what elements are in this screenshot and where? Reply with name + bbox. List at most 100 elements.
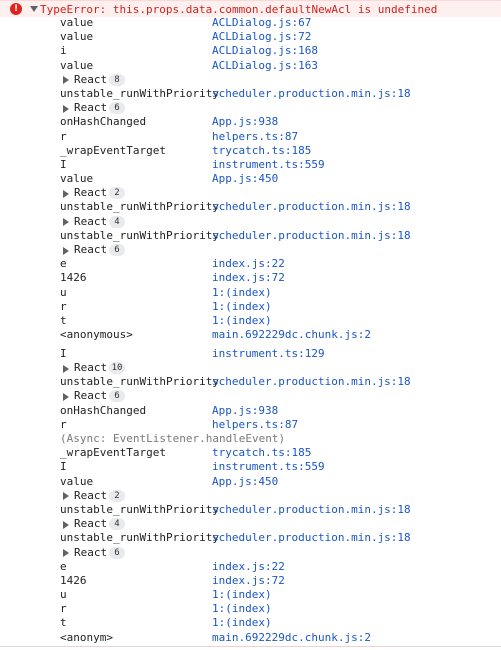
group-label[interactable]: React — [74, 101, 107, 115]
frame-function-name: unstable_runWithPriority — [60, 375, 219, 389]
stack-frame-row: <anonymous> main.692229dc.chunk.js:2 — [0, 328, 501, 342]
stack-frame-row: unstable_runWithPriority scheduler.produc… — [0, 200, 501, 214]
collapsed-frame-group[interactable]: React 6 — [0, 243, 501, 257]
async-boundary-label: (Async: EventListener.handleEvent) — [60, 432, 286, 446]
expand-triangle-icon[interactable] — [63, 104, 69, 113]
frame-count-badge: 8 — [109, 73, 125, 86]
group-label[interactable]: React — [74, 243, 107, 257]
error-icon: ! — [10, 3, 22, 15]
frame-function-name: r — [60, 602, 67, 616]
frame-source-link[interactable]: main.692229dc.chunk.js:2 — [212, 328, 371, 342]
stack-frame-row: unstable_runWithPriority scheduler.produc… — [0, 531, 501, 545]
expand-triangle-icon[interactable] — [63, 218, 69, 227]
frame-source-link[interactable]: ACLDialog.js:163 — [212, 59, 318, 73]
frame-function-name: e — [60, 559, 67, 573]
frame-source-link[interactable]: App.js:938 — [212, 115, 278, 129]
frame-source-link[interactable]: scheduler.production.min.js:18 — [212, 503, 411, 517]
stack-frame-row: i ACLDialog.js:168 — [0, 44, 501, 58]
frame-count-badge: 6 — [109, 244, 125, 256]
frame-source-link[interactable]: 1:(index) — [212, 300, 272, 314]
collapsed-frame-group[interactable]: React 8 — [0, 73, 501, 87]
expand-triangle-icon[interactable] — [63, 492, 69, 501]
frame-function-name: onHashChanged — [60, 115, 147, 129]
group-label[interactable]: React — [74, 361, 107, 375]
expand-triangle-icon[interactable] — [63, 520, 69, 529]
frame-count-badge: 2 — [109, 187, 125, 200]
frame-source-link[interactable]: scheduler.production.min.js:18 — [212, 375, 411, 389]
message-divider — [0, 646, 501, 647]
frame-source-link[interactable]: App.js:450 — [212, 172, 278, 186]
frame-source-link[interactable]: instrument.ts:559 — [212, 460, 325, 474]
stack-frame-row: t 1:(index) — [0, 314, 501, 328]
frame-source-link[interactable]: 1:(index) — [212, 588, 272, 602]
frame-source-link[interactable]: index.js:72 — [212, 271, 285, 285]
frame-source-link[interactable]: instrument.ts:559 — [212, 158, 325, 172]
frame-source-link[interactable]: scheduler.production.min.js:18 — [212, 200, 411, 214]
stack-frame-row: r 1:(index) — [0, 300, 501, 314]
frame-function-name: unstable_runWithPriority — [60, 531, 219, 545]
frame-count-badge: 4 — [109, 518, 125, 531]
collapsed-frame-group[interactable]: React 2 — [0, 489, 501, 503]
frame-count-badge: 10 — [109, 362, 125, 375]
frame-function-name: value — [60, 172, 94, 186]
error-message-row[interactable]: ! TypeError: this.props.data.common.defa… — [0, 0, 501, 17]
frame-function-name: onHashChanged — [60, 403, 147, 417]
group-label[interactable]: React — [74, 517, 107, 531]
expand-triangle-icon[interactable] — [63, 392, 69, 401]
frame-source-link[interactable]: instrument.ts:129 — [212, 347, 325, 361]
group-label[interactable]: React — [74, 489, 107, 503]
group-label[interactable]: React — [74, 215, 107, 229]
expand-triangle-icon[interactable] — [63, 76, 69, 85]
group-label[interactable]: React — [74, 389, 107, 403]
collapsed-frame-group[interactable]: React 6 — [0, 101, 501, 115]
frame-source-link[interactable]: trycatch.ts:185 — [212, 446, 311, 460]
frame-source-link[interactable]: helpers.ts:87 — [212, 418, 298, 432]
frame-source-link[interactable]: App.js:938 — [212, 404, 278, 418]
frame-source-link[interactable]: scheduler.production.min.js:18 — [212, 531, 411, 545]
frame-source-link[interactable]: scheduler.production.min.js:18 — [212, 87, 411, 101]
frame-source-link[interactable]: index.js:72 — [212, 574, 285, 588]
frame-source-link[interactable]: helpers.ts:87 — [212, 130, 298, 144]
expand-triangle-icon[interactable] — [63, 549, 69, 558]
group-label[interactable]: React — [74, 546, 107, 560]
group-label[interactable]: React — [74, 73, 107, 87]
frame-source-link[interactable]: scheduler.production.min.js:18 — [212, 229, 411, 243]
collapsed-frame-group[interactable]: React 4 — [0, 517, 501, 531]
collapsed-frame-group[interactable]: React 10 — [0, 361, 501, 375]
collapsed-frame-group[interactable]: React 6 — [0, 389, 501, 403]
group-label[interactable]: React — [74, 186, 107, 200]
frame-source-link[interactable]: index.js:22 — [212, 257, 285, 271]
frame-source-link[interactable]: index.js:22 — [212, 560, 285, 574]
expand-triangle-icon[interactable] — [63, 364, 69, 373]
frame-count-badge: 6 — [109, 102, 125, 115]
expand-triangle-icon[interactable] — [63, 189, 69, 198]
frame-function-name: <anonym> — [60, 630, 113, 644]
stack-frame-row: r 1:(index) — [0, 602, 501, 616]
collapsed-frame-group[interactable]: React 2 — [0, 186, 501, 200]
stack-frame-row: 1426 index.js:72 — [0, 271, 501, 285]
collapsed-frame-group[interactable]: React 4 — [0, 215, 501, 229]
frame-source-link[interactable]: ACLDialog.js:168 — [212, 44, 318, 58]
frame-count-badge: 6 — [109, 546, 125, 559]
frame-source-link[interactable]: 1:(index) — [212, 616, 272, 630]
frame-source-link[interactable]: trycatch.ts:185 — [212, 144, 311, 158]
frame-function-name: value — [60, 58, 94, 72]
frame-source-link[interactable]: App.js:450 — [212, 475, 278, 489]
frame-function-name: value — [60, 30, 94, 44]
frame-source-link[interactable]: 1:(index) — [212, 314, 272, 328]
expand-triangle-icon[interactable] — [63, 246, 69, 255]
collapsed-frame-group[interactable]: React 6 — [0, 546, 501, 560]
frame-source-link[interactable]: ACLDialog.js:72 — [212, 30, 311, 44]
stack-frame-row: unstable_runWithPriority scheduler.produc… — [0, 229, 501, 243]
stack-frame-row: Iinstrument.ts:129 — [0, 347, 501, 361]
devtools-console: ! TypeError: this.props.data.common.defa… — [0, 0, 501, 650]
frame-source-link[interactable]: ACLDialog.js:67 — [212, 16, 311, 30]
stack-frame-row: e index.js:22 — [0, 257, 501, 271]
frame-function-name: value — [60, 16, 94, 29]
frame-source-link[interactable]: main.692229dc.chunk.js:2 — [212, 631, 371, 645]
frame-source-link[interactable]: 1:(index) — [212, 286, 272, 300]
frame-source-link[interactable]: 1:(index) — [212, 602, 272, 616]
stack-frame-row: _wrapEventTarget trycatch.ts:185 — [0, 144, 501, 158]
error-message[interactable]: TypeError: this.props.data.common.defaul… — [40, 3, 437, 16]
collapse-triangle-icon[interactable] — [30, 6, 38, 12]
